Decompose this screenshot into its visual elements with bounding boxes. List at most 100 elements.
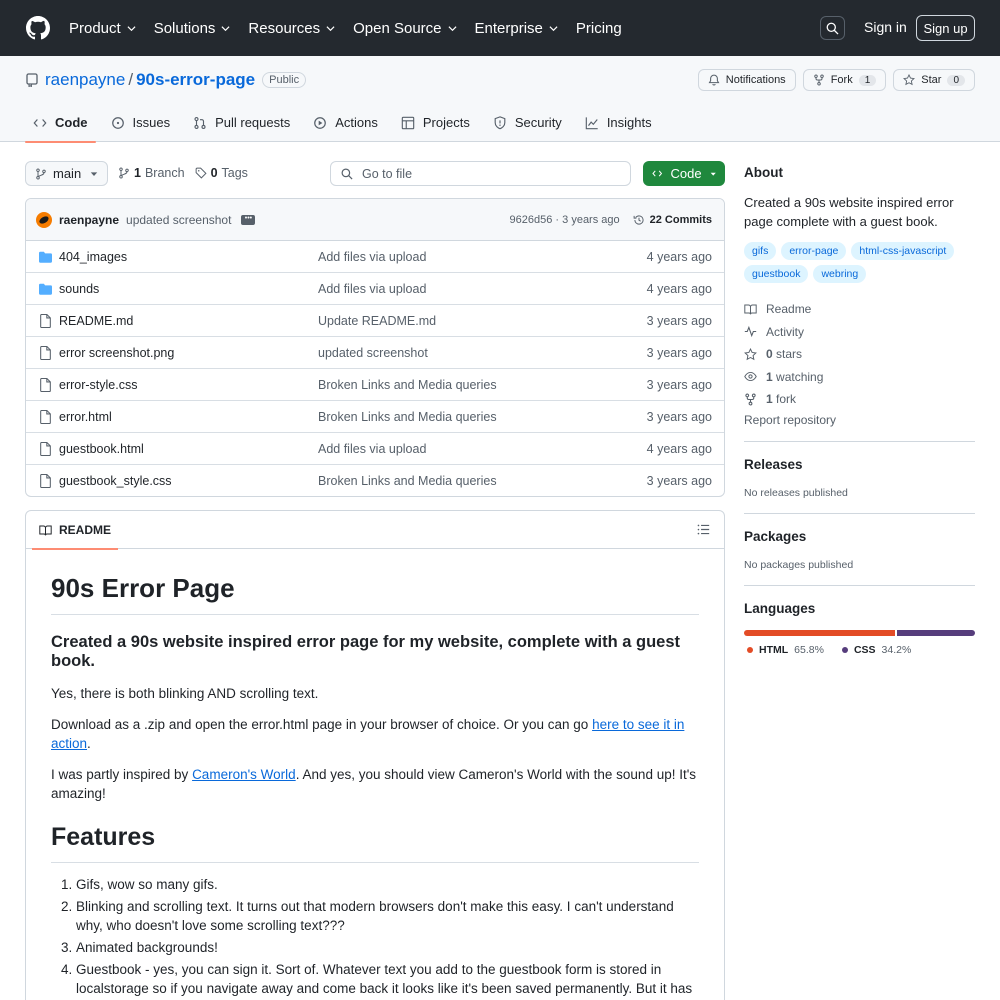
table-row[interactable]: guestbook.html Add files via upload 4 year… <box>26 433 724 465</box>
nav-open-source[interactable]: Open Source <box>353 20 457 37</box>
about-description: Created a 90s website inspired error pag… <box>744 195 954 229</box>
tab-code[interactable]: Code <box>25 103 96 143</box>
camerons-world-link[interactable]: Cameron's World <box>192 767 296 782</box>
repo-actions: Notifications Fork 1 Star 0 <box>697 69 975 91</box>
table-row[interactable]: guestbook_style.css Broken Links and Medi… <box>26 465 724 496</box>
file-commit-message-link[interactable]: updated screenshot <box>318 346 428 360</box>
file-name-link[interactable]: README.md <box>59 314 133 328</box>
branch-icon <box>119 167 129 179</box>
star-button[interactable]: Star 0 <box>893 69 975 91</box>
packages-empty-text: No packages published <box>744 558 854 571</box>
nav-solutions[interactable]: Solutions <box>154 20 231 37</box>
avatar[interactable] <box>36 211 52 228</box>
releases-heading[interactable]: Releases <box>744 457 975 472</box>
stars-link[interactable]: 0 stars <box>744 343 975 366</box>
file-name-link[interactable]: error-style.css <box>59 378 137 392</box>
topic-tag[interactable]: guestbook <box>744 265 809 283</box>
shield-icon <box>494 115 506 129</box>
readme-link[interactable]: Readme <box>744 298 975 321</box>
chevron-down-icon <box>326 25 335 31</box>
file-name-link[interactable]: error screenshot.png <box>59 346 174 360</box>
commits-link[interactable]: 22 Commits <box>633 214 712 226</box>
topic-tag[interactable]: html-css-javascript <box>851 242 955 260</box>
nav-pricing[interactable]: Pricing <box>576 20 622 37</box>
repo-name-link[interactable]: 90s-error-page <box>136 70 255 90</box>
language-dot-icon <box>747 646 753 653</box>
branch-tag-info: 1 Branch 0 Tags <box>118 166 248 180</box>
language-item[interactable]: CSS 34.2% <box>841 644 911 656</box>
branch-select-button[interactable]: main <box>25 161 108 186</box>
caret-down-icon <box>90 171 98 176</box>
code-icon <box>33 118 47 127</box>
file-name-link[interactable]: error.html <box>59 410 112 424</box>
file-commit-message-link[interactable]: Update README.md <box>318 314 436 328</box>
sign-up-button[interactable]: Sign up <box>916 15 975 41</box>
readme-body: 90s Error Page Created a 90s website ins… <box>26 549 724 1000</box>
watchers-link[interactable]: 1 watching <box>744 366 975 389</box>
tab-projects[interactable]: Projects <box>393 103 478 142</box>
packages-section: Packages No packages published <box>744 512 975 571</box>
commit-author-link[interactable]: raenpayne <box>59 213 119 227</box>
pulse-icon <box>744 326 757 338</box>
branch-icon <box>36 167 46 180</box>
list-item: Guestbook - yes, you can sign it. Sort o… <box>76 960 699 1000</box>
commit-meta: 9626d56 · 3 years ago <box>509 213 620 226</box>
file-icon <box>40 441 51 456</box>
file-name-link[interactable]: 404_images <box>59 250 127 264</box>
tab-pull-requests[interactable]: Pull requests <box>185 103 298 142</box>
file-commit-message-link[interactable]: Add files via upload <box>318 250 426 264</box>
code-icon <box>652 170 663 177</box>
file-commit-message-link[interactable]: Add files via upload <box>318 442 426 456</box>
file-name-link[interactable]: sounds <box>59 282 99 296</box>
ellipsis-icon[interactable]: ••• <box>241 214 256 225</box>
languages-section: Languages HTML 65.8% CSS 34.2% <box>744 584 975 656</box>
fork-button[interactable]: Fork 1 <box>802 69 887 91</box>
go-to-file-input[interactable]: Go to file <box>330 161 631 186</box>
language-item[interactable]: HTML 65.8% <box>747 644 824 656</box>
table-row[interactable]: README.md Update README.md 3 years ago <box>26 305 724 337</box>
readme-tab[interactable]: README <box>32 511 119 550</box>
search-icon <box>341 168 353 180</box>
activity-link[interactable]: Activity <box>744 321 975 344</box>
table-row[interactable]: 404_images Add files via upload 4 years ag… <box>26 241 724 273</box>
report-repository-link[interactable]: Report repository <box>744 413 975 427</box>
file-name-link[interactable]: guestbook_style.css <box>59 474 172 488</box>
file-commit-message-link[interactable]: Broken Links and Media queries <box>318 378 497 392</box>
table-row[interactable]: error screenshot.png updated screenshot 3 … <box>26 337 724 369</box>
list-item: Animated backgrounds! <box>76 938 699 957</box>
nav-resources[interactable]: Resources <box>248 20 335 37</box>
branches-link[interactable]: 1 Branch <box>118 166 185 180</box>
commit-message-link[interactable]: updated screenshot <box>126 213 231 227</box>
file-commit-age: 3 years ago <box>646 313 712 328</box>
file-commit-message-link[interactable]: Add files via upload <box>318 282 426 296</box>
search-button[interactable] <box>820 16 845 40</box>
nav-enterprise[interactable]: Enterprise <box>475 20 558 37</box>
table-row[interactable]: error.html Broken Links and Media queries… <box>26 401 724 433</box>
repo-owner-link[interactable]: raenpayne <box>45 70 125 90</box>
about-links: Readme Activity 0 stars 1 watching 1 for… <box>744 298 975 411</box>
forks-link[interactable]: 1 fork <box>744 388 975 411</box>
topic-tag[interactable]: webring <box>813 265 867 283</box>
github-logo-icon[interactable] <box>26 16 50 40</box>
releases-empty-text: No releases published <box>744 486 848 499</box>
table-row[interactable]: error-style.css Broken Links and Media qu… <box>26 369 724 401</box>
file-commit-message-link[interactable]: Broken Links and Media queries <box>318 474 497 488</box>
topic-tag[interactable]: gifs <box>744 242 777 260</box>
topic-tag[interactable]: error-page <box>781 242 847 260</box>
notifications-button[interactable]: Notifications <box>697 69 796 91</box>
tab-actions[interactable]: Actions <box>305 103 386 142</box>
packages-heading[interactable]: Packages <box>744 529 975 544</box>
nav-product[interactable]: Product <box>69 20 136 37</box>
tab-insights[interactable]: Insights <box>577 103 660 142</box>
file-commit-message-link[interactable]: Broken Links and Media queries <box>318 410 497 424</box>
list-icon[interactable] <box>697 523 710 536</box>
tab-issues[interactable]: Issues <box>103 103 179 142</box>
code-dropdown-button[interactable]: Code <box>643 161 725 186</box>
readme-paragraph: I was partly inspired by Cameron's World… <box>51 767 697 801</box>
repo-header: raenpayne / 90s-error-page Public Notifi… <box>0 56 1000 143</box>
sign-in-link[interactable]: Sign in <box>864 19 907 35</box>
file-name-link[interactable]: guestbook.html <box>59 442 144 456</box>
tab-security[interactable]: Security <box>485 103 570 142</box>
table-row[interactable]: sounds Add files via upload 4 years ago <box>26 273 724 305</box>
tags-link[interactable]: 0 Tags <box>195 166 248 180</box>
